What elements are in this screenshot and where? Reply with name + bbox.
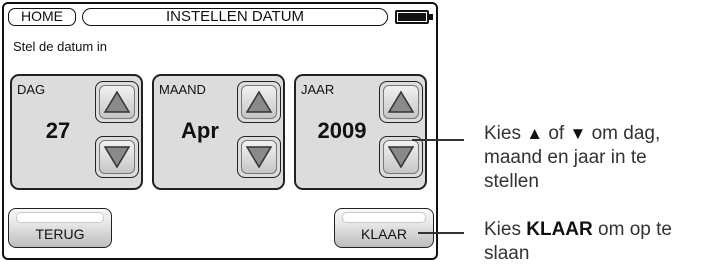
instruction-text: Stel de datum in bbox=[13, 39, 107, 54]
top-bar: HOME INSTELLEN DATUM bbox=[4, 4, 436, 28]
done-annotation-line2: slaan bbox=[484, 243, 530, 264]
down-triangle-icon bbox=[103, 146, 131, 169]
year-down-button[interactable] bbox=[379, 136, 423, 178]
up-triangle-icon bbox=[245, 90, 273, 113]
back-button[interactable]: TERUG bbox=[8, 208, 112, 248]
month-down-button[interactable] bbox=[237, 136, 281, 178]
month-value: Apr bbox=[181, 118, 219, 143]
done-button-label: KLAAR bbox=[361, 226, 407, 242]
battery-level bbox=[398, 13, 426, 21]
down-triangle-icon bbox=[387, 146, 415, 169]
done-button[interactable]: KLAAR bbox=[334, 208, 434, 248]
day-panel: DAG 27 bbox=[10, 74, 143, 190]
month-up-button[interactable] bbox=[237, 81, 281, 123]
year-value: 2009 bbox=[317, 118, 367, 143]
up-triangle-icon bbox=[387, 90, 415, 113]
down-triangle-icon: ▼ bbox=[569, 124, 587, 143]
up-triangle-icon bbox=[103, 90, 131, 113]
arrows-annotation: Kies ▲ of ▼ om dag, maand en jaar in te … bbox=[484, 122, 660, 194]
arrows-callout-line bbox=[412, 139, 464, 141]
year-up-button[interactable] bbox=[379, 81, 423, 123]
day-down-button[interactable] bbox=[95, 136, 139, 178]
month-panel: MAAND Apr bbox=[152, 74, 285, 190]
done-callout-line bbox=[418, 232, 464, 234]
arrows-annotation-line1: Kies ▲ of ▼ om dag, bbox=[484, 123, 661, 144]
done-annotation-line1: Kies KLAAR om op te bbox=[484, 219, 672, 240]
battery-tip bbox=[429, 14, 433, 20]
year-label: JAAR bbox=[301, 82, 335, 97]
done-annotation: Kies KLAAR om op te slaan bbox=[484, 218, 672, 266]
arrows-annotation-line3: stellen bbox=[484, 171, 539, 192]
device-screen: HOME INSTELLEN DATUM Stel de datum in DA… bbox=[2, 2, 438, 260]
battery-icon bbox=[395, 10, 429, 24]
up-triangle-icon: ▲ bbox=[526, 124, 544, 143]
month-label: MAAND bbox=[159, 82, 206, 97]
year-panel: JAAR 2009 bbox=[294, 74, 427, 190]
day-value: 27 bbox=[45, 118, 71, 143]
home-button[interactable]: HOME bbox=[8, 8, 76, 26]
back-button-label: TERUG bbox=[35, 226, 85, 242]
arrows-annotation-line2: maand en jaar in te bbox=[484, 147, 647, 168]
day-label: DAG bbox=[17, 82, 46, 97]
day-up-button[interactable] bbox=[95, 81, 139, 123]
down-triangle-icon bbox=[245, 146, 273, 169]
screen-title: INSTELLEN DATUM bbox=[82, 8, 388, 26]
